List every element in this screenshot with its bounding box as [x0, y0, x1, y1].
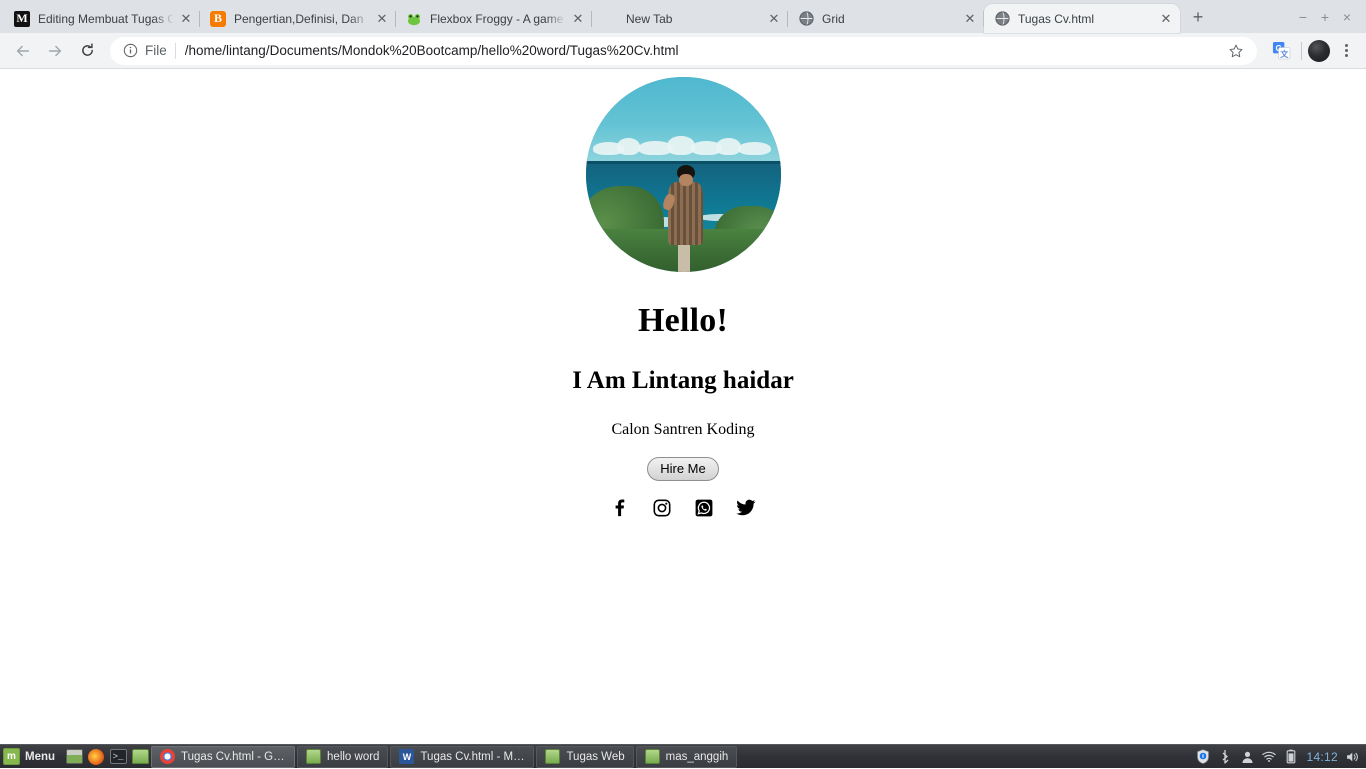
- taskbar-task-chrome[interactable]: Tugas Cv.html - Goo...: [151, 746, 295, 768]
- maximize-button[interactable]: +: [1314, 5, 1336, 29]
- address-bar[interactable]: File /home/lintang/Documents/Mondok%20Bo…: [110, 37, 1257, 65]
- window-controls: − + ×: [1292, 0, 1366, 33]
- hire-me-button[interactable]: Hire Me: [647, 457, 719, 481]
- photo-clouds: [586, 128, 781, 155]
- mint-menu-button[interactable]: m Menu: [0, 745, 63, 769]
- cv-page-content: Hello! I Am Lintang haidar Calon Santren…: [0, 69, 1366, 518]
- browser-tab-1[interactable]: B Pengertian,Definisi, Dan ✕: [200, 4, 396, 33]
- blogger-icon: B: [210, 11, 226, 27]
- back-button[interactable]: [8, 36, 38, 66]
- tagline-text: Calon Santren Koding: [0, 421, 1366, 439]
- system-taskbar: m Menu >_ Tugas Cv.html - Goo... hello w…: [0, 744, 1366, 768]
- task-label: mas_anggih: [666, 751, 729, 763]
- folder-icon: [545, 749, 560, 764]
- clock[interactable]: 14:12: [1306, 750, 1338, 764]
- folder-icon: [645, 749, 660, 764]
- url-text: /home/lintang/Documents/Mondok%20Bootcam…: [185, 43, 1221, 58]
- browser-toolbar: File /home/lintang/Documents/Mondok%20Bo…: [0, 33, 1366, 69]
- bookmark-star-icon[interactable]: [1225, 40, 1247, 62]
- taskbar-task-mas-anggih[interactable]: mas_anggih: [636, 746, 738, 768]
- firefox-icon[interactable]: [85, 745, 107, 769]
- task-label: Tugas Cv.html - Mon...: [420, 751, 525, 763]
- google-translate-icon[interactable]: G 文: [1267, 37, 1295, 65]
- medium-icon: M: [14, 11, 30, 27]
- forward-button[interactable]: [40, 36, 70, 66]
- new-tab-button[interactable]: +: [1184, 3, 1212, 31]
- close-window-button[interactable]: ×: [1336, 5, 1358, 29]
- folder-icon: [306, 749, 321, 764]
- twitter-icon[interactable]: [736, 498, 756, 518]
- toolbar-divider: [1301, 42, 1302, 60]
- tab-close-icon[interactable]: ✕: [766, 11, 782, 27]
- menu-label: Menu: [25, 751, 55, 763]
- none-icon: [602, 11, 618, 27]
- tab-close-icon[interactable]: ✕: [570, 11, 586, 27]
- page-viewport: Hello! I Am Lintang haidar Calon Santren…: [0, 69, 1366, 744]
- browser-tab-2[interactable]: Flexbox Froggy - A game ✕: [396, 4, 592, 33]
- site-info-icon[interactable]: [122, 43, 138, 59]
- instagram-icon[interactable]: [652, 498, 672, 518]
- omnibox-divider: [175, 43, 176, 59]
- greeting-heading: Hello!: [0, 302, 1366, 339]
- tab-title: Flexbox Froggy - A game: [430, 11, 566, 27]
- mint-logo-icon: m: [3, 748, 20, 765]
- facebook-icon[interactable]: [610, 498, 630, 518]
- browser-tab-4[interactable]: Grid ✕: [788, 4, 984, 33]
- volume-icon[interactable]: [1346, 749, 1360, 765]
- tab-title: Tugas Cv.html: [1018, 11, 1154, 27]
- minimize-button[interactable]: −: [1292, 5, 1314, 29]
- reload-button[interactable]: [72, 36, 102, 66]
- chrome-menu-icon[interactable]: [1334, 37, 1358, 65]
- whatsapp-icon[interactable]: [694, 498, 714, 518]
- system-tray: 14:12: [1196, 745, 1366, 769]
- files-icon[interactable]: [129, 745, 151, 769]
- browser-tab-5-active[interactable]: Tugas Cv.html ✕: [984, 4, 1180, 33]
- tab-strip: M Editing Membuat Tugas C ✕ B Pengertian…: [0, 0, 1366, 33]
- photo-person-face: [679, 174, 693, 187]
- taskbar-task-word-doc[interactable]: W Tugas Cv.html - Mon...: [390, 746, 534, 768]
- globe-icon: [798, 11, 814, 27]
- task-label: Tugas Web: [566, 751, 624, 763]
- bluetooth-icon[interactable]: [1218, 749, 1232, 765]
- word-icon: W: [399, 749, 414, 764]
- tab-close-icon[interactable]: ✕: [962, 11, 978, 27]
- terminal-icon[interactable]: >_: [107, 745, 129, 769]
- tab-title: Editing Membuat Tugas C: [38, 11, 174, 27]
- tab-title: Pengertian,Definisi, Dan: [234, 11, 370, 27]
- task-label: Tugas Cv.html - Goo...: [181, 751, 286, 763]
- taskbar-task-tugas-web[interactable]: Tugas Web: [536, 746, 633, 768]
- tab-title: New Tab: [626, 11, 762, 27]
- svg-text:文: 文: [1280, 49, 1289, 59]
- tab-close-icon[interactable]: ✕: [1158, 11, 1174, 27]
- globe-icon: [994, 11, 1010, 27]
- shield-icon[interactable]: [1196, 749, 1210, 765]
- wifi-icon[interactable]: [1262, 749, 1276, 765]
- browser-tab-0[interactable]: M Editing Membuat Tugas C ✕: [4, 4, 200, 33]
- photo-person-body: [668, 182, 703, 244]
- name-heading: I Am Lintang haidar: [0, 367, 1366, 395]
- task-label: hello word: [327, 751, 379, 763]
- tab-close-icon[interactable]: ✕: [374, 11, 390, 27]
- profile-photo: [586, 77, 781, 272]
- taskbar-task-hello-word[interactable]: hello word: [297, 746, 388, 768]
- photo-person-legs: [678, 241, 690, 272]
- tab-close-icon[interactable]: ✕: [178, 11, 194, 27]
- tab-title: Grid: [822, 11, 958, 27]
- browser-tab-3[interactable]: New Tab ✕: [592, 4, 788, 33]
- frog-icon: [406, 11, 422, 27]
- battery-icon[interactable]: [1284, 749, 1298, 765]
- show-desktop-icon[interactable]: [63, 745, 85, 769]
- avatar[interactable]: [1308, 40, 1330, 62]
- chrome-browser-window: M Editing Membuat Tugas C ✕ B Pengertian…: [0, 0, 1366, 744]
- chrome-icon: [160, 749, 175, 764]
- social-links-row: [0, 498, 1366, 518]
- user-icon[interactable]: [1240, 749, 1254, 765]
- url-scheme-label: File: [145, 43, 167, 58]
